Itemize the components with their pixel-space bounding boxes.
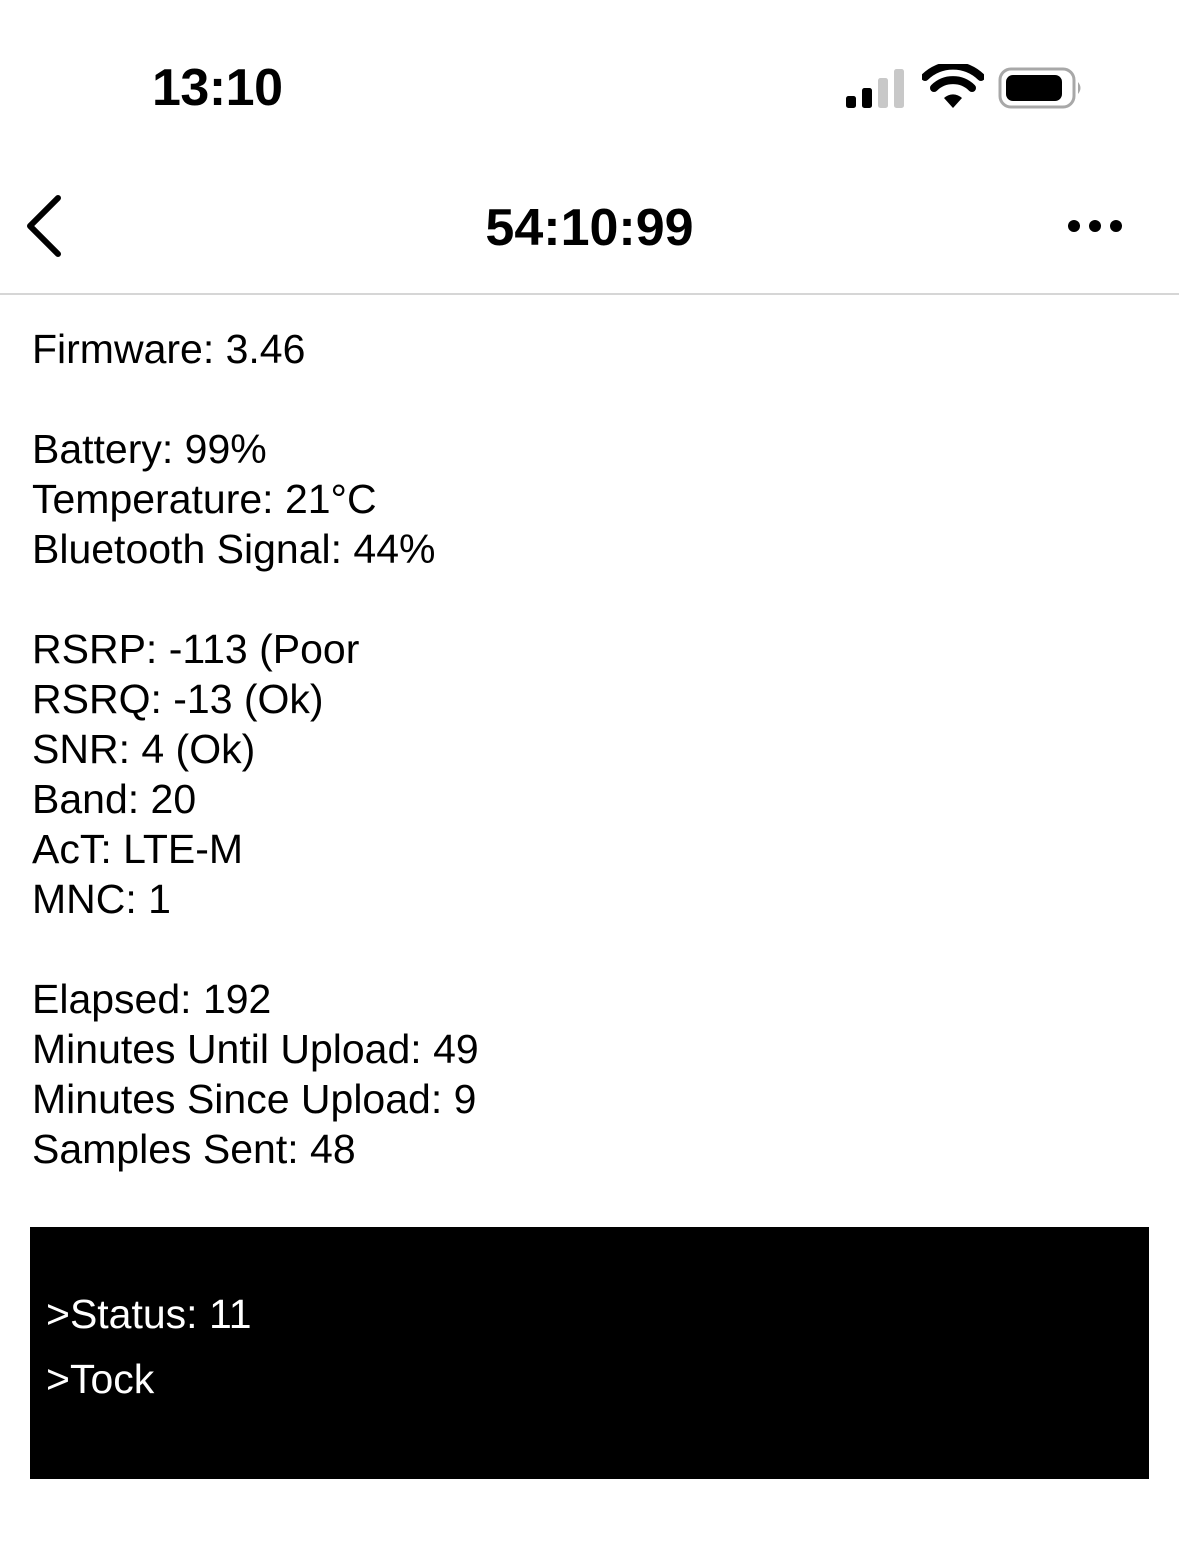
console-line-tock: >Tock [46,1356,155,1402]
band-text: Band: 20 [32,776,197,822]
status-bar: 13:10 [0,0,1179,150]
temperature-text: Temperature: 21°C [32,476,377,522]
wifi-icon [922,64,984,108]
console-line-status: >Status: 11 [46,1291,252,1337]
minutes-until-upload-text: Minutes Until Upload: 49 [32,1026,479,1072]
bluetooth-signal-text: Bluetooth Signal: 44% [32,526,436,572]
page-title: 54:10:99 [485,199,694,257]
cellular-signal-icon [846,69,904,108]
more-options-icon[interactable] [1066,212,1124,240]
battery-text: Battery: 99% [32,426,267,472]
mnc-text: MNC: 1 [32,876,171,922]
rsrq-text: RSRQ: -13 (Ok) [32,676,324,722]
console-log: >Status: 11 >Tock [30,1227,1149,1479]
firmware-text: Firmware: 3.46 [32,326,306,372]
elapsed-text: Elapsed: 192 [32,976,272,1022]
battery-icon [998,67,1081,109]
snr-text: SNR: 4 (Ok) [32,726,256,772]
minutes-since-upload-text: Minutes Since Upload: 9 [32,1076,477,1122]
act-text: AcT: LTE-M [32,826,244,872]
device-info-list: Firmware: 3.46 Battery: 99% Temperature:… [32,324,479,1174]
samples-sent-text: Samples Sent: 48 [32,1126,356,1172]
navigation-bar: 54:10:99 [0,150,1179,295]
rsrp-text: RSRP: -113 (Poor [32,626,360,672]
status-time: 13:10 [152,59,283,117]
